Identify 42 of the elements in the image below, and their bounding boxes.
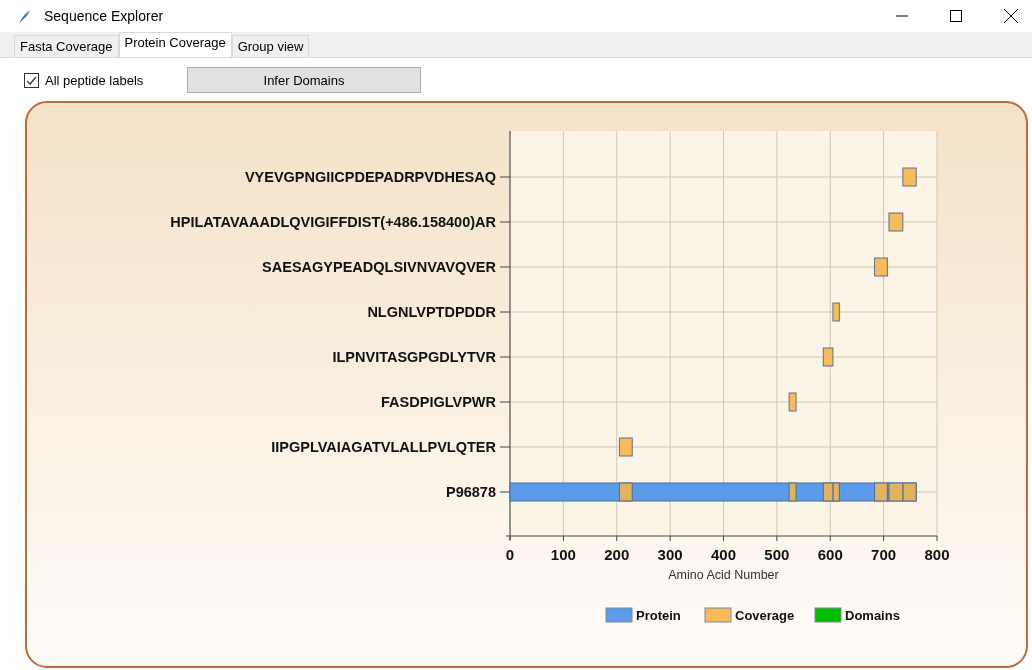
coverage-bar [618,437,633,457]
peptide-label: NLGNLVPTDPDDR [367,304,496,320]
tab[interactable]: Group view [231,35,310,57]
checkbox-label: All peptide labels [45,72,144,88]
peptide-label: ILPNVITASGPGDLYTVR [332,349,496,365]
maximize-icon[interactable] [950,10,962,22]
coverage-bar [788,482,797,502]
peptide-label: SAESAGYPEADQLSIVNVAVQVER [262,259,496,275]
coverage-bar [888,212,904,232]
peptide-label: HPILATAVAAADLQVIGIFFDIST(+486.158400)AR [170,214,496,230]
coverage-bar [888,482,904,502]
coverage-bar [788,392,797,412]
peptide-label: P96878 [446,484,496,500]
coverage-bar [822,347,834,367]
window-title: Sequence Explorer [44,8,164,24]
infer-domains-button[interactable]: Infer Domains [187,67,421,93]
tick-label: 500 [764,546,790,563]
axis-title: Amino Acid Number [668,568,779,582]
tick-label: 300 [657,546,683,563]
tab[interactable]: Fasta Coverage [14,35,119,57]
checkbox[interactable] [24,72,39,88]
tick-label: 800 [924,546,950,563]
coverage-bar [874,257,888,277]
coverage-bar [832,302,840,322]
coverage-bar [902,167,917,187]
legend-label: Coverage [735,608,795,623]
tick-label: 200 [604,546,630,563]
close-icon[interactable] [1004,9,1018,23]
tick-label: 400 [711,546,736,563]
peptide-label: VYEVGPNGIICPDEPADRPVDHESAQ [244,169,496,185]
tick-label: 0 [505,546,515,563]
legend-label: Domains [845,608,900,623]
peptide-label: FASDPIGLVPWR [381,394,496,410]
tick-label: 700 [871,546,897,563]
tab[interactable]: Protein Coverage [118,32,232,57]
legend-label: Protein [636,608,681,623]
coverage-bar [618,482,633,502]
coverage-bar [874,482,888,502]
peptide-label: IIPGPLVAIAGATVLALLPVLQTER [271,439,496,455]
tick-label: 100 [550,546,576,563]
tick-label: 600 [817,546,843,563]
app-icon [18,9,32,23]
